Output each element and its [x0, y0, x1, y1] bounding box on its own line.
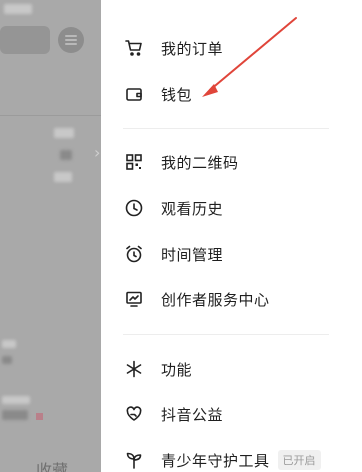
- blurred-text: [4, 4, 32, 14]
- divider: [0, 115, 101, 116]
- menu-item-wallet[interactable]: 钱包: [123, 80, 192, 108]
- status-badge: 已开启: [277, 450, 321, 470]
- menu-item-qrcode[interactable]: 我的二维码: [123, 148, 239, 176]
- blurred-text: [2, 356, 12, 364]
- blurred-text: [60, 150, 72, 160]
- qrcode-icon: [123, 151, 145, 173]
- menu-item-time[interactable]: 时间管理: [123, 240, 223, 268]
- menu-label: 观看历史: [161, 199, 224, 218]
- menu-item-youth-guard[interactable]: 青少年守护工具 已开启: [123, 446, 321, 472]
- menu-item-history[interactable]: 观看历史: [123, 194, 223, 222]
- menu-label: 时间管理: [161, 245, 224, 264]
- alarm-clock-icon: [123, 243, 145, 265]
- menu-item-creator[interactable]: 创作者服务中心: [123, 285, 270, 313]
- menu-label: 抖音公益: [161, 405, 224, 424]
- dimmed-profile-background[interactable]: › 收藏: [0, 0, 101, 472]
- menu-label: 功能: [161, 360, 193, 379]
- chevron-right-icon: ›: [94, 143, 101, 162]
- blurred-text: [2, 396, 30, 404]
- blurred-text: [2, 410, 28, 420]
- blurred-text: [54, 172, 72, 182]
- wallet-icon: [123, 83, 145, 105]
- notification-dot: [36, 413, 43, 420]
- sparkle-icon: [123, 358, 145, 380]
- menu-item-charity[interactable]: 抖音公益: [123, 400, 223, 428]
- menu-item-orders[interactable]: 我的订单: [123, 34, 223, 62]
- blurred-text: [2, 340, 16, 348]
- sprout-icon: [123, 449, 145, 471]
- divider: [123, 334, 329, 335]
- blurred-text: [54, 128, 74, 138]
- clock-icon: [123, 197, 145, 219]
- menu-label: 青少年守护工具: [161, 451, 270, 470]
- menu-item-features[interactable]: 功能: [123, 355, 192, 383]
- cart-icon: [123, 37, 145, 59]
- heart-hand-icon: [123, 403, 145, 425]
- blurred-button: [0, 26, 50, 54]
- side-drawer: 我的订单 钱包 我的二维码 观看历史 时间管理 创作者服务中心 功能 抖音公益 …: [101, 0, 362, 472]
- menu-label: 我的二维码: [161, 153, 239, 172]
- menu-label: 我的订单: [161, 39, 224, 58]
- menu-icon: [58, 27, 84, 53]
- menu-label: 创作者服务中心: [161, 290, 270, 309]
- menu-label: 钱包: [161, 85, 193, 104]
- collect-tab[interactable]: 收藏: [36, 457, 68, 472]
- divider: [123, 128, 329, 129]
- app-screen: › 收藏 我的订单 钱包 我的二维码 观看历史 时间管理 创作者服务中心 功能 …: [0, 0, 362, 472]
- chart-monitor-icon: [123, 288, 145, 310]
